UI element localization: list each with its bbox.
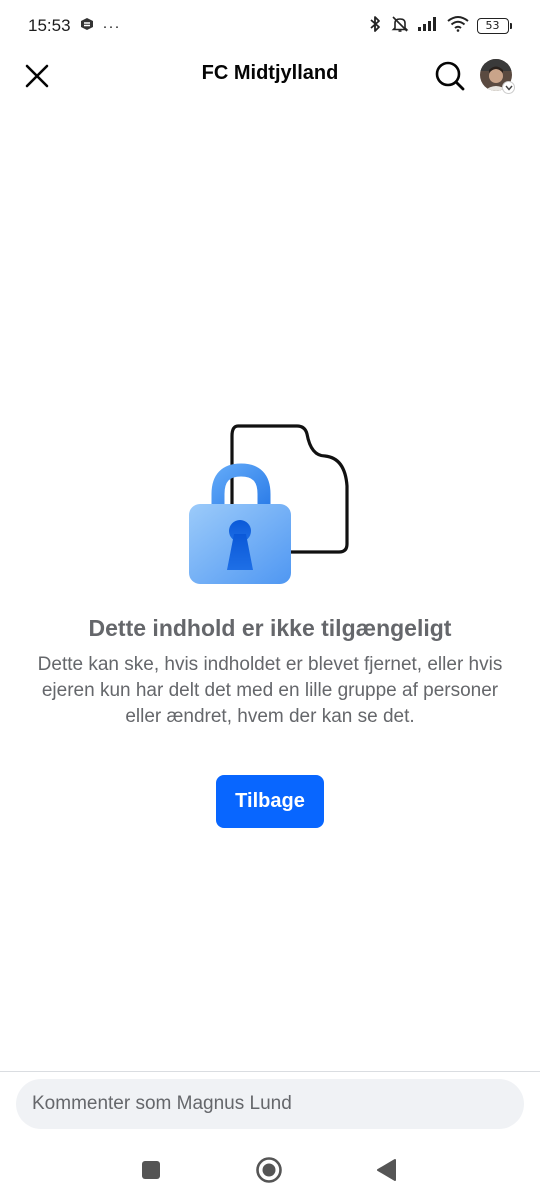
back-nav-button[interactable] [370,1154,402,1186]
back-triangle-icon [377,1159,396,1181]
mute-icon [391,15,409,38]
home-button[interactable] [253,1154,285,1186]
comment-input[interactable] [16,1079,524,1129]
status-right: 53 [367,15,512,38]
unavailable-body: Dette kan ske, hvis indholdet er blevet … [37,654,503,727]
profile-avatar-button[interactable] [480,59,516,95]
status-time: 15:53 [28,16,71,35]
back-button[interactable]: Tilbage [216,775,324,828]
signal-icon [417,16,439,37]
header: FC Midtjylland [0,52,540,100]
unavailable-title: Dette indhold er ikke tilgængeligt [88,615,452,641]
divider [0,1071,540,1072]
status-left: 15:53 ··· [28,16,121,37]
lock-document-icon [185,420,355,590]
status-bar: 15:53 ··· 53 [0,0,540,52]
home-circle-icon [256,1157,282,1183]
app-notification-icon [79,16,95,37]
system-nav-bar [0,1140,540,1200]
recents-square-icon [142,1161,160,1179]
recents-button[interactable] [135,1154,167,1186]
wifi-icon [446,15,469,37]
battery-level: 53 [476,18,509,34]
search-icon [435,61,465,91]
battery-icon: 53 [476,18,512,34]
bluetooth-icon [367,15,383,38]
search-button[interactable] [430,56,470,96]
status-overflow: ··· [102,17,121,35]
chevron-down-icon [502,81,515,94]
